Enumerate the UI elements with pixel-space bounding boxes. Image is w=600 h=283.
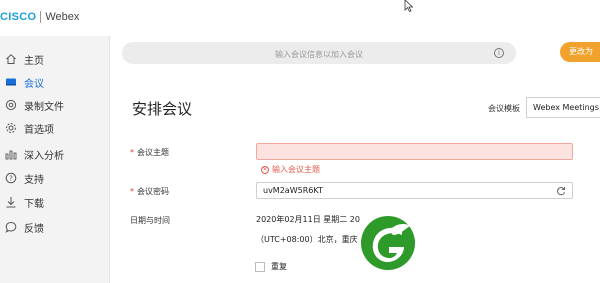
sidebar-item-insights[interactable]: 深入分析	[0, 143, 110, 165]
password-label: * 会议密码	[130, 186, 169, 197]
meeting-date-value[interactable]: 2020年02月11日 星期二 20	[256, 214, 360, 225]
help-icon: ?	[4, 171, 18, 185]
meeting-password-input[interactable]: uvM2aW5R6KT	[256, 182, 573, 199]
join-meeting-input[interactable]	[122, 43, 516, 66]
webex-logo: CISCO Webex	[0, 8, 79, 26]
sidebar-item-recordings[interactable]: 录制文件	[0, 94, 110, 116]
sidebar-item-feedback[interactable]: 反馈	[0, 216, 110, 238]
recording-icon	[4, 98, 18, 112]
sidebar: 主页 会议 录制文件 首选项 深入分析 ? 支持 下载 反馈	[0, 36, 110, 283]
password-label-text: 会议密码	[137, 187, 169, 196]
error-icon: ×	[261, 165, 269, 174]
template-select[interactable]: Webex Meetings 默	[526, 97, 600, 118]
gear-icon	[4, 121, 18, 135]
repeat-checkbox[interactable]	[255, 262, 265, 272]
top-bar: CISCO Webex	[0, 0, 600, 36]
template-label: 会议模板	[488, 104, 520, 113]
change-button[interactable]: 更改为	[560, 42, 600, 62]
analytics-icon	[4, 147, 18, 161]
cisco-wordmark: CISCO	[0, 11, 37, 23]
logo-divider	[40, 11, 42, 23]
sidebar-item-support[interactable]: ? 支持	[0, 167, 110, 189]
home-icon	[4, 52, 18, 66]
download-icon	[4, 195, 18, 209]
refresh-icon[interactable]	[556, 186, 566, 196]
sidebar-item-label: 反馈	[24, 223, 44, 235]
password-value: uvM2aW5R6KT	[263, 186, 323, 195]
topic-label: * 会议主题	[130, 147, 169, 158]
sidebar-item-label: 会议	[24, 78, 44, 90]
topic-error-message: × 输入会议主题	[261, 164, 320, 175]
sidebar-item-label: 首选项	[24, 124, 54, 136]
info-icon[interactable]: i	[494, 48, 504, 58]
sidebar-item-home[interactable]: 主页	[0, 48, 110, 70]
leaf-watermark-logo	[359, 214, 417, 272]
sidebar-item-label: 主页	[24, 55, 44, 67]
svg-text:?: ?	[9, 175, 13, 183]
topic-error-text: 输入会议主题	[272, 165, 320, 174]
webex-wordmark: Webex	[45, 11, 80, 23]
meeting-topic-input[interactable]	[256, 143, 573, 160]
required-marker: *	[130, 148, 134, 157]
sidebar-item-label: 深入分析	[24, 150, 64, 162]
required-marker: *	[130, 187, 134, 196]
page-title: 安排会议	[132, 100, 193, 118]
feedback-icon	[4, 220, 18, 234]
sidebar-item-label: 支持	[24, 174, 44, 186]
sidebar-item-download[interactable]: 下载	[0, 191, 110, 213]
datetime-label: 日期与时间	[130, 216, 170, 225]
sidebar-item-label: 下载	[24, 198, 44, 210]
repeat-label: 重复	[271, 262, 287, 271]
meeting-icon	[4, 75, 18, 89]
join-meeting-search: i	[122, 42, 516, 66]
sidebar-item-meetings[interactable]: 会议	[0, 71, 110, 93]
topic-label-text: 会议主题	[137, 148, 169, 157]
timezone-value[interactable]: （UTC+08:00）北京，重庆	[256, 234, 358, 245]
sidebar-item-label: 录制文件	[24, 101, 64, 113]
sidebar-item-preferences[interactable]: 首选项	[0, 117, 110, 139]
mouse-cursor-icon	[404, 0, 414, 12]
